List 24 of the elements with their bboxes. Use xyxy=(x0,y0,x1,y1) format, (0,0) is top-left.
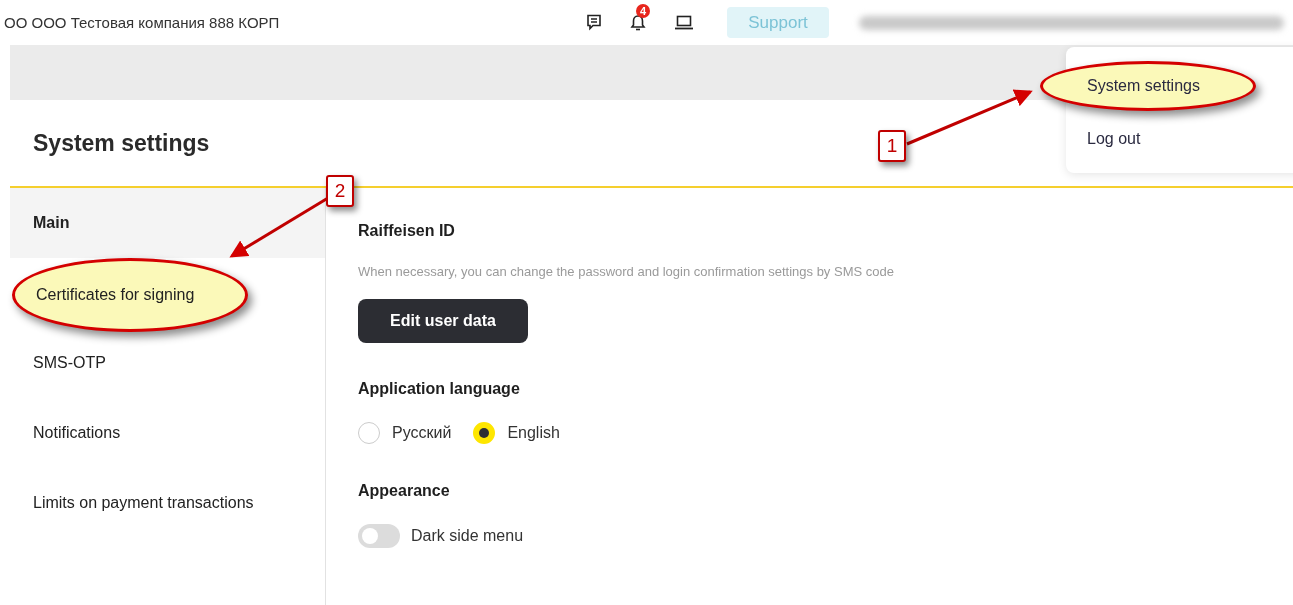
radio-label: Русский xyxy=(392,424,452,442)
bell-icon[interactable] xyxy=(630,13,646,32)
laptop-icon[interactable] xyxy=(674,15,694,30)
sidebar-item[interactable]: Notifications xyxy=(10,398,325,468)
notification-badge: 4 xyxy=(636,3,651,18)
menu-item[interactable]: System settings xyxy=(1040,61,1256,111)
edit-user-data-button[interactable]: Edit user data xyxy=(358,299,528,343)
section-title: Raiffeisen ID xyxy=(358,222,455,240)
toggle-label: Dark side menu xyxy=(411,527,524,545)
sidebar-item[interactable]: Certificates for signing xyxy=(12,258,248,332)
section-title: Appearance xyxy=(358,482,450,500)
section-description: When necessary, you can change the password and login confirmation settings by SMS code xyxy=(358,264,894,279)
radio-label: English xyxy=(507,424,560,442)
toggle-switch[interactable] xyxy=(358,524,400,548)
callout-number: 1 xyxy=(878,130,906,162)
sidebar-item[interactable]: Main xyxy=(10,188,325,258)
radio-button[interactable] xyxy=(473,422,496,444)
chat-icon[interactable] xyxy=(586,14,602,31)
page-title: System settings xyxy=(33,129,210,157)
sidebar-item[interactable]: Limits on payment transactions xyxy=(10,468,325,538)
menu-item[interactable]: Log out xyxy=(1066,116,1293,162)
callout-number: 2 xyxy=(326,175,354,207)
section-title: Application language xyxy=(358,380,520,398)
company-name: ОО ООО Тестовая компания 888 КОРП xyxy=(3,14,281,31)
